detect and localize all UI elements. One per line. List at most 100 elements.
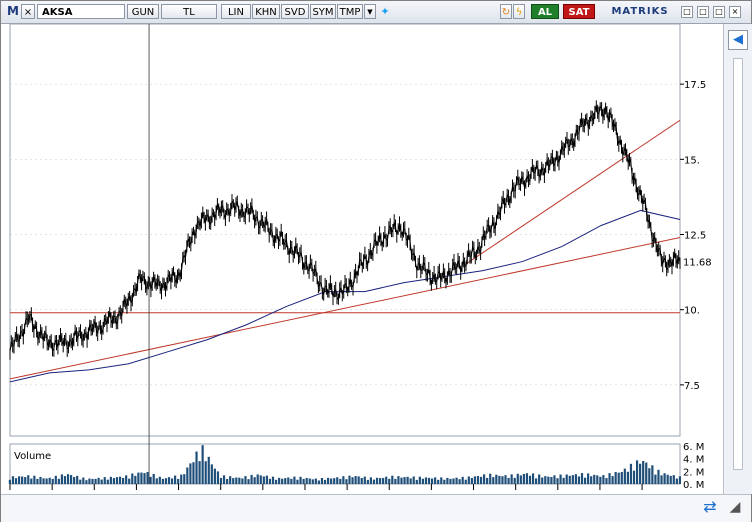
volume-bar xyxy=(599,476,602,484)
volume-tick-label: 2. M xyxy=(683,467,704,478)
volume-bar xyxy=(452,478,455,484)
volume-bar xyxy=(495,474,498,484)
side-panel: ◀ xyxy=(723,24,752,494)
currency-button[interactable]: TL xyxy=(161,4,217,19)
volume-bar xyxy=(333,478,336,484)
volume-bar xyxy=(345,479,348,484)
volume-bar xyxy=(259,475,262,484)
volume-bar xyxy=(39,476,42,484)
volume-bar xyxy=(290,478,293,484)
volume-bar xyxy=(177,478,180,484)
period-button[interactable]: GUN xyxy=(127,4,159,19)
maximize-window-icon[interactable]: □ xyxy=(697,6,709,18)
volume-bar xyxy=(167,477,171,484)
symbol-field[interactable]: AKSA xyxy=(37,4,125,19)
volume-bar xyxy=(140,472,143,484)
volume-bar xyxy=(660,475,663,484)
volume-bar xyxy=(302,478,305,484)
brand-label: MATRIKS xyxy=(611,6,669,17)
close-window-icon[interactable]: × xyxy=(729,6,741,18)
volume-bar xyxy=(375,477,379,484)
volume-bar xyxy=(657,469,660,484)
resize-grip-icon[interactable]: ◢ xyxy=(725,497,745,517)
volume-bar xyxy=(467,476,470,484)
lightning-icon[interactable]: ϟ xyxy=(513,4,525,19)
tmp-button[interactable]: TMP xyxy=(337,4,363,19)
price-chart[interactable]: 7.510.12.515.17.511.68 6. M4. M2. M0. M … xyxy=(1,24,723,494)
close-symbol-icon[interactable]: × xyxy=(21,4,35,19)
volume-axis: 6. M 4. M2. M 0. M xyxy=(683,442,704,491)
volume-bar xyxy=(611,476,614,484)
volume-bar xyxy=(553,475,556,484)
volume-bar xyxy=(593,474,596,484)
volume-bar xyxy=(583,477,587,484)
refresh-small-icon[interactable]: ↻ xyxy=(500,4,512,19)
volume-bar xyxy=(222,475,226,484)
volume-bar xyxy=(449,478,452,484)
volume-bar xyxy=(128,478,131,484)
volume-bar xyxy=(669,475,672,484)
volume-bar xyxy=(415,479,418,484)
volume-bar xyxy=(590,476,593,484)
volume-bar xyxy=(458,479,461,484)
volume-bar xyxy=(85,480,88,484)
volume-bar xyxy=(36,478,39,484)
volume-bar xyxy=(556,478,559,484)
volume-tick-label: 6. M xyxy=(683,442,704,453)
volume-bar xyxy=(403,477,406,484)
volume-bar xyxy=(473,476,477,484)
volume-bar xyxy=(394,478,397,484)
khn-button[interactable]: KHN xyxy=(252,4,280,19)
volume-bar xyxy=(519,475,522,484)
volume-bar xyxy=(14,478,18,484)
volume-bar xyxy=(492,477,495,484)
volume-bar xyxy=(82,477,85,484)
volume-bar xyxy=(535,478,538,484)
volume-bar xyxy=(388,478,391,484)
volume-bar xyxy=(339,478,342,484)
buy-button[interactable]: AL xyxy=(531,4,559,19)
volume-bar xyxy=(51,478,54,484)
volume-bar xyxy=(204,461,207,484)
volume-bar xyxy=(559,474,562,484)
volume-bar xyxy=(675,478,678,484)
volume-bar xyxy=(666,474,669,484)
volume-bar xyxy=(550,477,553,484)
volume-bar xyxy=(501,476,504,484)
dropdown-arrow-icon[interactable]: ▼ xyxy=(364,4,376,19)
volume-bar xyxy=(632,470,636,484)
settings-window-icon[interactable]: □ xyxy=(713,6,725,18)
volume-bar xyxy=(571,475,574,484)
y-tick-label: 10. xyxy=(684,306,700,317)
volume-bar xyxy=(305,477,308,484)
volume-bar xyxy=(183,474,186,484)
lin-button[interactable]: LIN xyxy=(221,4,251,19)
svd-button[interactable]: SVD xyxy=(281,4,309,19)
sync-icon[interactable]: ⇄ xyxy=(700,497,720,517)
volume-bar xyxy=(88,478,91,484)
volume-bar xyxy=(635,460,639,484)
restore-window-icon[interactable]: □ xyxy=(681,6,693,18)
volume-bar xyxy=(486,477,489,484)
side-scrollbar[interactable] xyxy=(733,58,743,470)
sym-button[interactable]: SYM xyxy=(310,4,336,19)
volume-bar xyxy=(238,477,241,484)
volume-bar xyxy=(192,462,195,484)
collapse-arrow-icon[interactable]: ◀ xyxy=(728,30,748,50)
twitter-bird-icon[interactable]: ✦ xyxy=(378,4,392,19)
volume-bar xyxy=(121,477,125,484)
volume-bar xyxy=(626,471,629,484)
volume-bar xyxy=(48,477,51,484)
volume-bar xyxy=(476,476,480,484)
volume-bar xyxy=(629,463,633,484)
volume-bar xyxy=(409,478,412,484)
volume-bar xyxy=(461,476,464,484)
volume-bar xyxy=(400,477,403,484)
volume-bar xyxy=(587,473,590,484)
volume-bar xyxy=(8,479,11,484)
volume-bar xyxy=(131,473,134,484)
volume-bar xyxy=(79,479,82,484)
sell-button[interactable]: SAT xyxy=(563,4,595,19)
volume-bar xyxy=(440,477,443,484)
bottom-strip xyxy=(1,494,751,522)
